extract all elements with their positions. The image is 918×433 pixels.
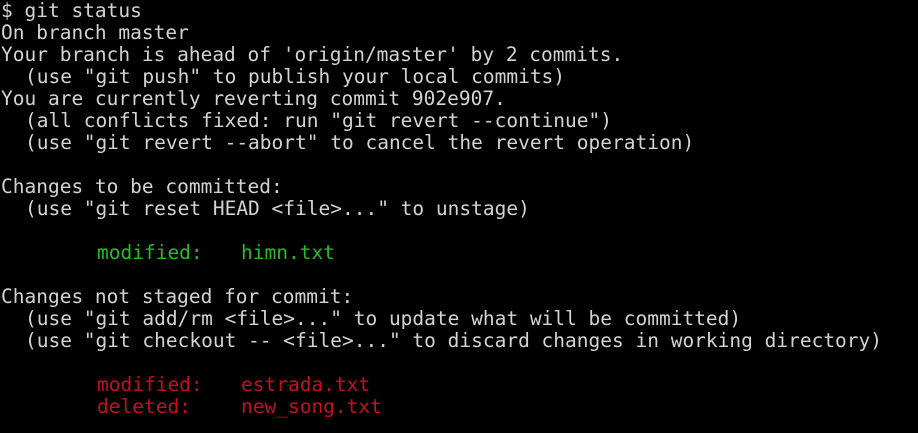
push-hint: (use "git push" to publish your local co… — [25, 65, 566, 88]
continue-hint: (all conflicts fixed: run "git revert --… — [25, 109, 612, 132]
file-status: deleted: — [97, 395, 191, 418]
staged-header: Changes to be committed: — [1, 175, 283, 198]
unstage-hint: (use "git reset HEAD <file>..." to unsta… — [25, 197, 530, 220]
file-status: modified: — [97, 373, 203, 396]
file-name: himn.txt — [241, 241, 335, 264]
file-status: modified: — [97, 241, 203, 264]
file-name: new_song.txt — [241, 395, 382, 418]
checkout-hint: (use "git checkout -- <file>..." to disc… — [25, 329, 883, 352]
unstaged-file-row: deleted: new_song.txt — [1, 396, 918, 418]
unstaged-header: Changes not staged for commit: — [1, 285, 354, 308]
branch-line: On branch master — [1, 21, 189, 44]
ahead-line: Your branch is ahead of 'origin/master' … — [1, 43, 624, 66]
terminal-window[interactable]: $ git status On branch master Your branc… — [0, 0, 918, 433]
file-name: estrada.txt — [241, 373, 371, 396]
command-line: $ git status — [1, 0, 142, 22]
abort-hint: (use "git revert --abort" to cancel the … — [25, 131, 695, 154]
revert-line: You are currently reverting commit 902e9… — [1, 87, 506, 110]
unstaged-file-row: modified: estrada.txt — [1, 374, 918, 396]
staged-file-row: modified: himn.txt — [1, 242, 918, 264]
add-hint: (use "git add/rm <file>..." to update wh… — [25, 307, 742, 330]
